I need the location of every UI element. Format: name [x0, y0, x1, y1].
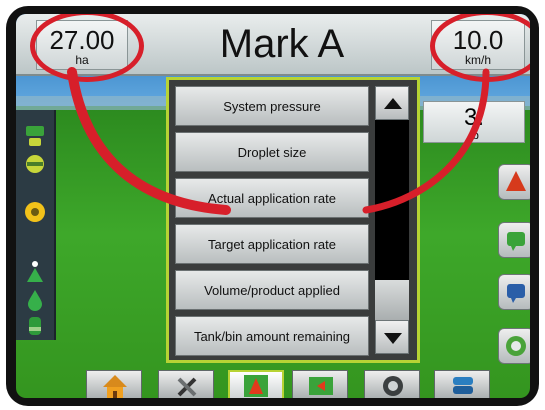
device-frame: 27.00 ha Mark A 10.0 km/h 3. (b System p… — [6, 6, 539, 406]
guidance-screen: 27.00 ha Mark A 10.0 km/h 3. (b System p… — [16, 14, 530, 398]
annotation-callout-lines — [67, 67, 490, 215]
